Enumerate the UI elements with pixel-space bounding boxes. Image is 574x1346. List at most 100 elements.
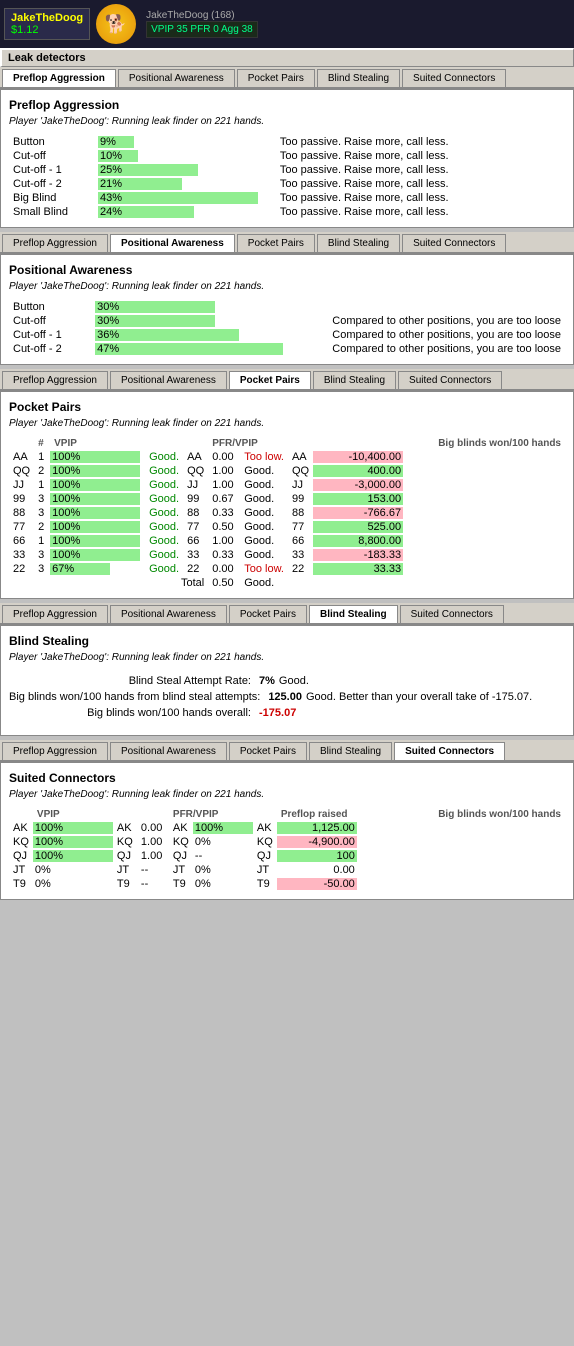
tab-suited-1[interactable]: Suited Connectors: [402, 69, 506, 87]
hand-num: 3: [34, 562, 50, 576]
tab-pockets-2[interactable]: Pocket Pairs: [237, 234, 315, 252]
pfr-status: Too low.: [240, 450, 288, 464]
tab-preflop-4[interactable]: Preflop Aggression: [2, 605, 108, 623]
hand-num: 3: [34, 506, 50, 520]
tab-blind-3[interactable]: Blind Stealing: [313, 371, 396, 389]
hand-num: 1: [34, 450, 50, 464]
pocket-row: 22 3 67% Good. 22 0.00 Too low. 22 33.33: [9, 562, 565, 576]
pos-label: Cut-off - 1: [9, 163, 98, 177]
vpip-pct: 30%: [95, 315, 119, 327]
bb-bar: 525.00: [313, 520, 403, 534]
tab-nav-1: Preflop Aggression Positional Awareness …: [0, 67, 574, 89]
sc-pr-bar: 0%: [193, 835, 253, 849]
hand-label: 77: [9, 520, 34, 534]
tab-pockets-5[interactable]: Pocket Pairs: [229, 742, 307, 760]
pfr-hand: 33: [183, 548, 208, 562]
vpip-pct: 24%: [98, 206, 122, 218]
preflop-table: Button 9% Too passive. Raise more, call …: [9, 135, 565, 219]
tab-preflop-5[interactable]: Preflop Aggression: [2, 742, 108, 760]
bb-hand: 66: [288, 534, 313, 548]
attempt-rate-val: 7%: [259, 675, 275, 687]
tab-suited-2[interactable]: Suited Connectors: [402, 234, 506, 252]
tab-suited-4[interactable]: Suited Connectors: [400, 605, 504, 623]
sc-bb-hand: QJ: [253, 849, 277, 863]
sc-pr-bar: --: [193, 849, 253, 863]
tab-suited-5[interactable]: Suited Connectors: [394, 742, 505, 760]
tab-pockets-4[interactable]: Pocket Pairs: [229, 605, 307, 623]
avatar: 🐕: [96, 4, 136, 44]
hud-stats: VPIP 35 PFR 0 Agg 38: [146, 21, 258, 38]
tab-pockets-3[interactable]: Pocket Pairs: [229, 371, 311, 389]
tab-positional-3[interactable]: Positional Awareness: [110, 371, 227, 389]
bb-hand: 22: [288, 562, 313, 576]
msg-cell: Compared to other positions, you are too…: [310, 328, 565, 342]
sc-bb-hand: KQ: [253, 835, 277, 849]
tab-positional-2[interactable]: Positional Awareness: [110, 234, 235, 252]
bb-hand: QQ: [288, 464, 313, 478]
pfr-hand: 99: [183, 492, 208, 506]
pp-col-spacer2: [313, 437, 403, 450]
tab-positional-5[interactable]: Positional Awareness: [110, 742, 227, 760]
tab-blind-1[interactable]: Blind Stealing: [317, 69, 400, 87]
sc-hand: T9: [9, 877, 33, 891]
tab-positional-1[interactable]: Positional Awareness: [118, 69, 235, 87]
pfr-status: Good.: [240, 492, 288, 506]
tab-pockets-1[interactable]: Pocket Pairs: [237, 69, 315, 87]
bb-bar: -3,000.00: [313, 478, 403, 492]
vpip-status: Good.: [145, 478, 183, 492]
msg-cell: Compared to other positions, you are too…: [310, 314, 565, 328]
vpip-pct: 9%: [98, 136, 116, 148]
vpip-bar-cell: 24%: [98, 205, 276, 219]
vpip-bar-cell: 30%: [95, 314, 310, 328]
bb-bar: 400.00: [313, 464, 403, 478]
vpip-status: Good.: [145, 548, 183, 562]
sc-bb-hand: T9: [253, 877, 277, 891]
msg-cell: Too passive. Raise more, call less.: [276, 135, 565, 149]
pos-label: Button: [9, 135, 98, 149]
hud-pfr: 0: [213, 24, 219, 35]
tab-suited-3[interactable]: Suited Connectors: [398, 371, 502, 389]
tab-blind-4[interactable]: Blind Stealing: [309, 605, 398, 623]
tab-blind-5[interactable]: Blind Stealing: [309, 742, 392, 760]
tab-preflop-2[interactable]: Preflop Aggression: [2, 234, 108, 252]
vpip-bar-cell: 43%: [98, 191, 276, 205]
pocket-row: 88 3 100% Good. 88 0.33 Good. 88 -766.67: [9, 506, 565, 520]
pfr-val: 1.00: [208, 464, 240, 478]
pfr-val: 0.00: [208, 450, 240, 464]
tab-positional-4[interactable]: Positional Awareness: [110, 605, 227, 623]
sc-hand: QJ: [9, 849, 33, 863]
hand-label: JJ: [9, 478, 34, 492]
pfr-status: Too low.: [240, 562, 288, 576]
tab-nav-5: Preflop Aggression Positional Awareness …: [0, 740, 574, 762]
sc-pr-hand: KQ: [169, 835, 193, 849]
pos-label: Cut-off - 1: [9, 328, 95, 342]
tab-preflop-1[interactable]: Preflop Aggression: [2, 69, 116, 87]
sc-pfr-hand: KQ: [113, 835, 137, 849]
vpip-bar: 100%: [50, 520, 145, 534]
sc-spacer3: [357, 808, 369, 821]
sc-bb-val: 1,125.00: [277, 821, 357, 835]
hud-card: JakeTheDoog $1.12: [4, 8, 90, 40]
vpip-status: Good.: [145, 464, 183, 478]
pfr-status: Good.: [240, 464, 288, 478]
positional-row: Cut-off - 2 47% Compared to other positi…: [9, 342, 565, 356]
preflop-row: Cut-off - 1 25% Too passive. Raise more,…: [9, 163, 565, 177]
total-label: Total: [9, 576, 208, 590]
tab-blind-2[interactable]: Blind Stealing: [317, 234, 400, 252]
bb-overall-label: Big blinds won/100 hands overall:: [9, 707, 259, 719]
sc-col-pr: Preflop raised: [277, 808, 357, 821]
pocket-row: 66 1 100% Good. 66 1.00 Good. 66 8,800.0…: [9, 534, 565, 548]
hand-label: 22: [9, 562, 34, 576]
blind-stealing-panel: Blind Stealing Player 'JakeTheDoog': Run…: [0, 625, 574, 736]
vpip-status: Good.: [145, 520, 183, 534]
attempt-rate-label: Blind Steal Attempt Rate:: [9, 675, 259, 687]
pos-label: Big Blind: [9, 191, 98, 205]
bb-hand: 33: [288, 548, 313, 562]
blind-steal-content: Blind Steal Attempt Rate: 7% Good. Big b…: [9, 671, 565, 727]
hand-num: 2: [34, 464, 50, 478]
pfr-status: Good.: [240, 534, 288, 548]
pp-col-spacer: [183, 437, 208, 450]
hand-label: QQ: [9, 464, 34, 478]
tab-preflop-3[interactable]: Preflop Aggression: [2, 371, 108, 389]
vpip-pct: 25%: [98, 164, 122, 176]
